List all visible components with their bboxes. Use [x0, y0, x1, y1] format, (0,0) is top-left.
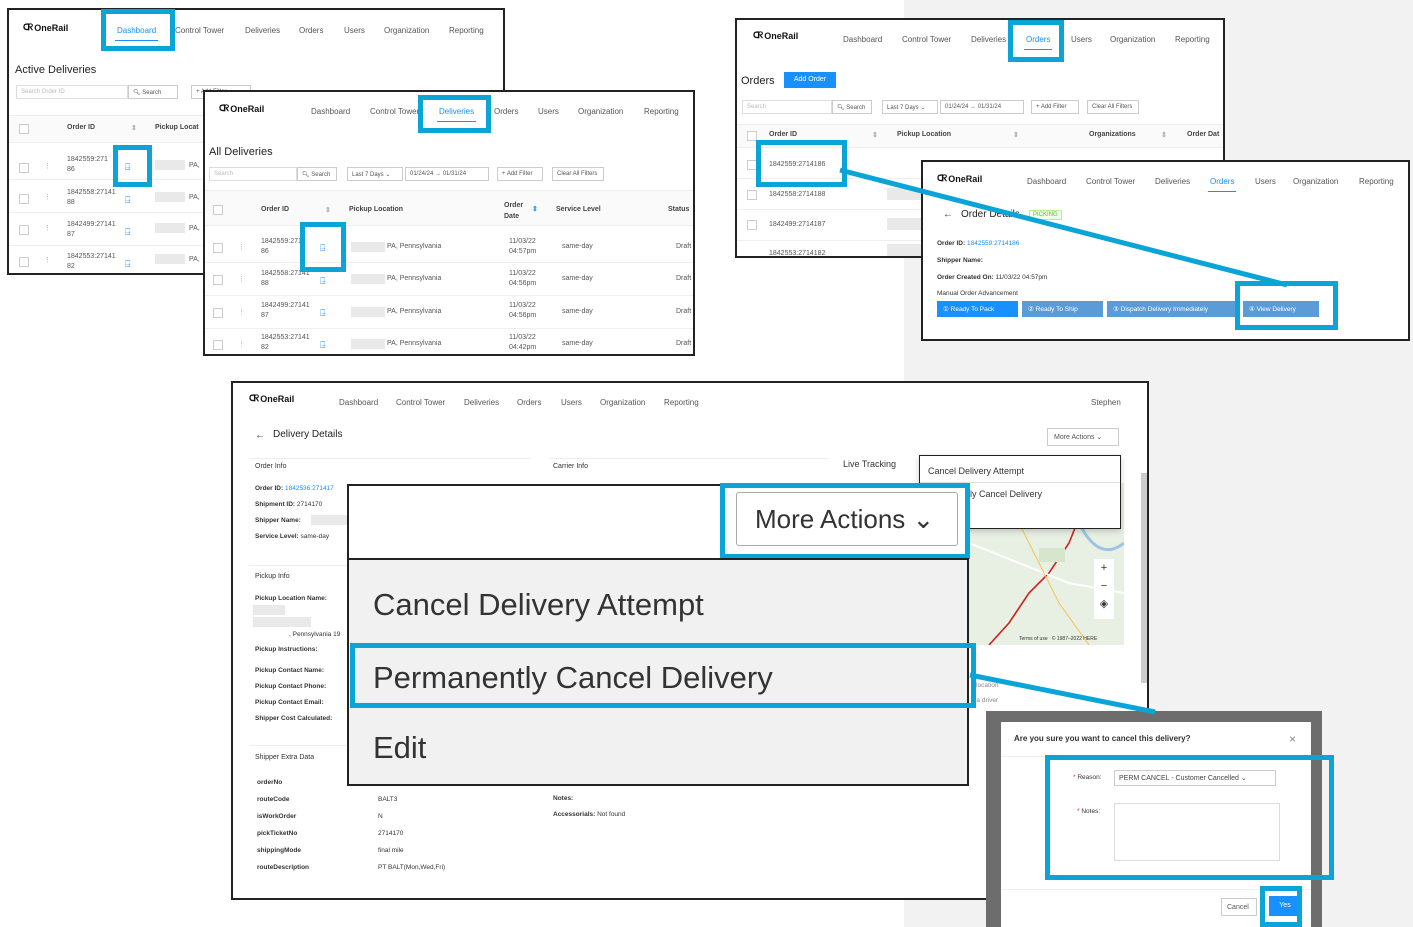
connector-lines	[839, 167, 1288, 715]
